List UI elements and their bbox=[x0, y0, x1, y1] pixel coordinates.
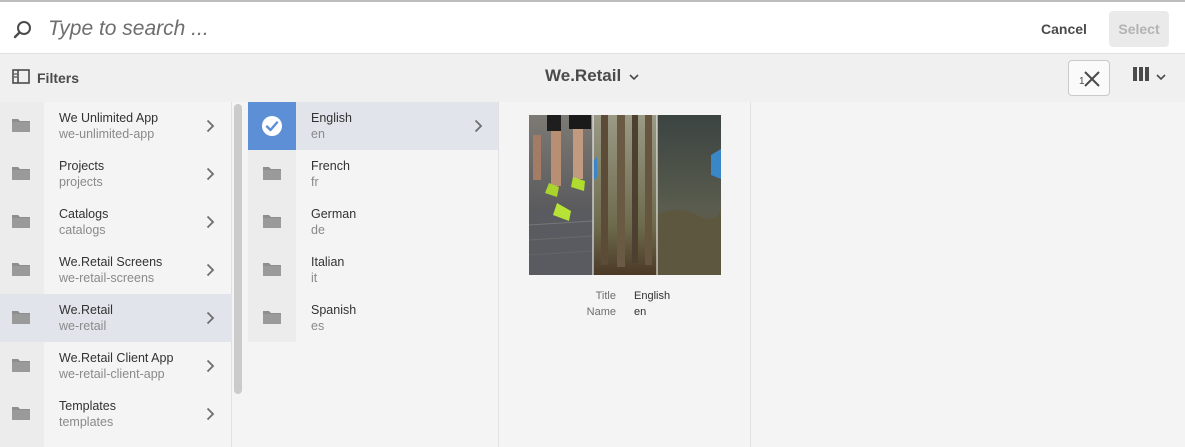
svg-text:1: 1 bbox=[1079, 76, 1085, 87]
item-title: We.Retail bbox=[59, 303, 113, 317]
chevron-right-icon[interactable] bbox=[474, 119, 483, 138]
item-name: fr bbox=[311, 175, 319, 189]
list-item[interactable]: We Unlimited App we-unlimited-app bbox=[0, 102, 232, 150]
toolbar: Filters We.Retail 1 bbox=[0, 54, 1185, 102]
list-item[interactable]: Projects projects bbox=[0, 150, 232, 198]
title-value: English bbox=[634, 290, 671, 302]
filters-label: Filters bbox=[37, 70, 80, 86]
chevron-right-icon[interactable] bbox=[206, 167, 215, 186]
item-name: en bbox=[311, 127, 325, 141]
clear-selection-button[interactable]: 1 bbox=[1068, 60, 1110, 96]
chevron-right-icon[interactable] bbox=[206, 407, 215, 426]
filters-panel-icon bbox=[12, 69, 30, 87]
list-item[interactable]: Templates templates bbox=[0, 390, 232, 438]
name-value: en bbox=[634, 306, 647, 318]
list-item[interactable]: English en bbox=[248, 102, 498, 150]
item-name: it bbox=[311, 271, 318, 285]
folder-icon bbox=[11, 309, 31, 330]
item-name: we-retail bbox=[59, 319, 107, 333]
select-button[interactable]: Select bbox=[1109, 11, 1169, 47]
item-title: Spanish bbox=[311, 303, 357, 317]
list-item[interactable]: We.Retail Client App we-retail-client-app bbox=[0, 342, 232, 390]
column-view-icon bbox=[1132, 66, 1150, 87]
item-title: We.Retail Screens bbox=[59, 255, 163, 269]
title-label: Title bbox=[595, 290, 616, 302]
location-title[interactable]: We.Retail bbox=[545, 66, 639, 86]
folder-icon bbox=[262, 261, 282, 282]
preview-thumbnail bbox=[529, 115, 721, 275]
list-item[interactable]: French fr bbox=[248, 150, 498, 198]
folder-icon bbox=[11, 117, 31, 138]
preview-column: Title English Name en bbox=[500, 102, 751, 447]
chevron-right-icon[interactable] bbox=[206, 215, 215, 234]
list-item[interactable]: We.Retail Screens we-retail-screens bbox=[0, 246, 232, 294]
item-name: projects bbox=[59, 175, 103, 189]
item-title: German bbox=[311, 207, 357, 221]
item-title: French bbox=[311, 159, 350, 173]
list-item[interactable]: Catalogs catalogs bbox=[0, 198, 232, 246]
folder-icon bbox=[11, 213, 31, 234]
chevron-right-icon[interactable] bbox=[206, 119, 215, 138]
search-bar: Cancel Select bbox=[0, 2, 1185, 54]
item-title: Italian bbox=[311, 255, 345, 269]
chevron-right-icon[interactable] bbox=[206, 311, 215, 330]
scrollbar[interactable] bbox=[234, 104, 242, 394]
search-input[interactable] bbox=[48, 14, 748, 44]
folder-icon bbox=[11, 405, 31, 426]
name-label: Name bbox=[586, 306, 616, 318]
item-name: templates bbox=[59, 415, 114, 429]
column-browser: We Unlimited App we-unlimited-app Projects… bbox=[0, 102, 1185, 447]
item-name: we-retail-client-app bbox=[59, 367, 165, 381]
filters-toggle[interactable]: Filters bbox=[12, 69, 79, 87]
list-item[interactable]: Spanish es bbox=[248, 294, 498, 342]
item-title: We.Retail Client App bbox=[59, 351, 174, 365]
item-title: Projects bbox=[59, 159, 105, 173]
folder-icon bbox=[262, 309, 282, 330]
folder-icon bbox=[11, 357, 31, 378]
item-title: English bbox=[311, 111, 352, 125]
item-name: es bbox=[311, 319, 325, 333]
folder-icon bbox=[262, 213, 282, 234]
column-root: We Unlimited App we-unlimited-app Projects… bbox=[0, 102, 232, 447]
cancel-button[interactable]: Cancel bbox=[1032, 16, 1096, 42]
item-title: Catalogs bbox=[59, 207, 109, 221]
chevron-down-icon bbox=[1156, 68, 1166, 86]
location-title-label: We.Retail bbox=[545, 66, 622, 85]
chevron-down-icon bbox=[629, 66, 639, 86]
list-item[interactable]: German de bbox=[248, 198, 498, 246]
item-title: We Unlimited App bbox=[59, 111, 159, 125]
item-name: we-retail-screens bbox=[59, 271, 155, 285]
item-name: catalogs bbox=[59, 223, 106, 237]
view-switcher[interactable] bbox=[1132, 66, 1166, 87]
checkmark-icon[interactable] bbox=[248, 102, 296, 150]
column-we-retail: English en French fr German de Italian it Spanis… bbox=[248, 102, 499, 447]
search-icon bbox=[12, 19, 34, 41]
folder-icon bbox=[11, 261, 31, 282]
list-item[interactable]: We.Retail we-retail bbox=[0, 294, 232, 342]
chevron-right-icon[interactable] bbox=[206, 359, 215, 378]
list-item[interactable]: Italian it bbox=[248, 246, 498, 294]
folder-icon bbox=[262, 165, 282, 186]
folder-icon bbox=[11, 165, 31, 186]
item-title: Templates bbox=[59, 399, 116, 413]
chevron-right-icon[interactable] bbox=[206, 263, 215, 282]
item-name: de bbox=[311, 223, 325, 237]
item-name: we-unlimited-app bbox=[59, 127, 155, 141]
